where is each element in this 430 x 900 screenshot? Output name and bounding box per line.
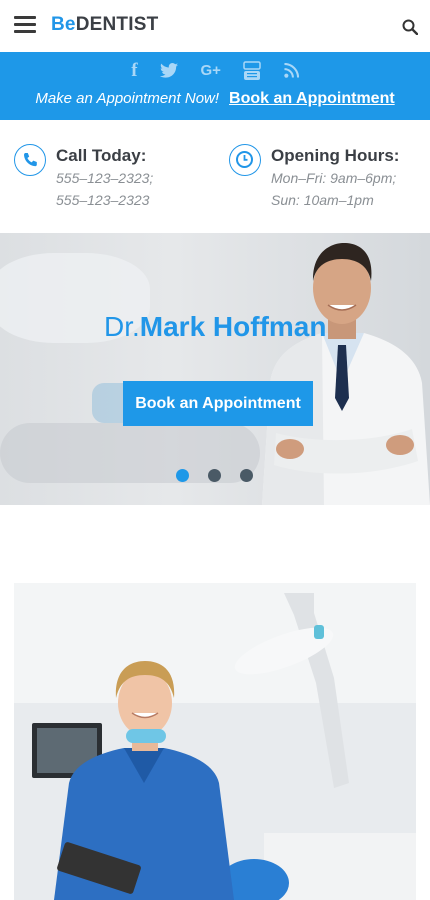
dentist-photo bbox=[14, 583, 416, 900]
appointment-line: Make an Appointment Now! Book an Appointm… bbox=[0, 90, 430, 108]
logo-dentist: DENTIST bbox=[75, 14, 159, 35]
hero-book-appointment-button[interactable]: Book an Appointment bbox=[123, 381, 313, 426]
doctor-name: Mark Hoffman bbox=[139, 311, 327, 342]
phone-icon bbox=[14, 144, 46, 176]
clock-icon bbox=[229, 144, 261, 176]
search-icon[interactable] bbox=[402, 19, 418, 35]
hours-weekdays: Mon–Fri: 9am–6pm; bbox=[271, 170, 397, 186]
site-header: BeDENTIST bbox=[0, 0, 430, 52]
google-plus-icon[interactable]: G+ bbox=[200, 60, 220, 82]
logo-be: Be bbox=[51, 14, 76, 35]
dental-office-illustration bbox=[14, 583, 416, 900]
twitter-icon[interactable] bbox=[159, 60, 178, 82]
appointment-bar: f G+ Make an Appointment Now! Book an App… bbox=[0, 52, 430, 120]
site-logo[interactable]: BeDENTIST bbox=[51, 14, 158, 36]
facebook-icon[interactable]: f bbox=[131, 60, 137, 82]
hero-slider: Dr.Mark Hoffman Book an Appointment bbox=[0, 233, 430, 505]
youtube-icon[interactable] bbox=[243, 60, 262, 82]
contact-info: Call Today: 555–123–2323; 555–123–2323 O… bbox=[0, 120, 430, 233]
slider-dot-3[interactable] bbox=[240, 469, 253, 482]
hero-doctor-name: Dr.Mark Hoffman bbox=[104, 311, 326, 343]
doctor-photo bbox=[262, 243, 430, 505]
rss-icon[interactable] bbox=[284, 60, 299, 82]
phone-number-1[interactable]: 555–123–2323; bbox=[56, 170, 153, 186]
hamburger-menu-icon[interactable] bbox=[14, 16, 36, 34]
social-links: f G+ bbox=[0, 60, 430, 82]
phone-number-2[interactable]: 555–123–2323 bbox=[56, 192, 149, 208]
hours-sunday: Sun: 10am–1pm bbox=[271, 192, 374, 208]
call-today-title: Call Today: bbox=[56, 146, 147, 165]
book-appointment-link[interactable]: Book an Appointment bbox=[229, 90, 395, 107]
opening-hours-title: Opening Hours: bbox=[271, 146, 400, 165]
dr-prefix: Dr. bbox=[104, 311, 140, 342]
slider-dot-1[interactable] bbox=[176, 469, 189, 482]
appointment-prompt: Make an Appointment Now! bbox=[35, 90, 220, 107]
background-chair bbox=[0, 423, 260, 483]
slider-dot-2[interactable] bbox=[208, 469, 221, 482]
